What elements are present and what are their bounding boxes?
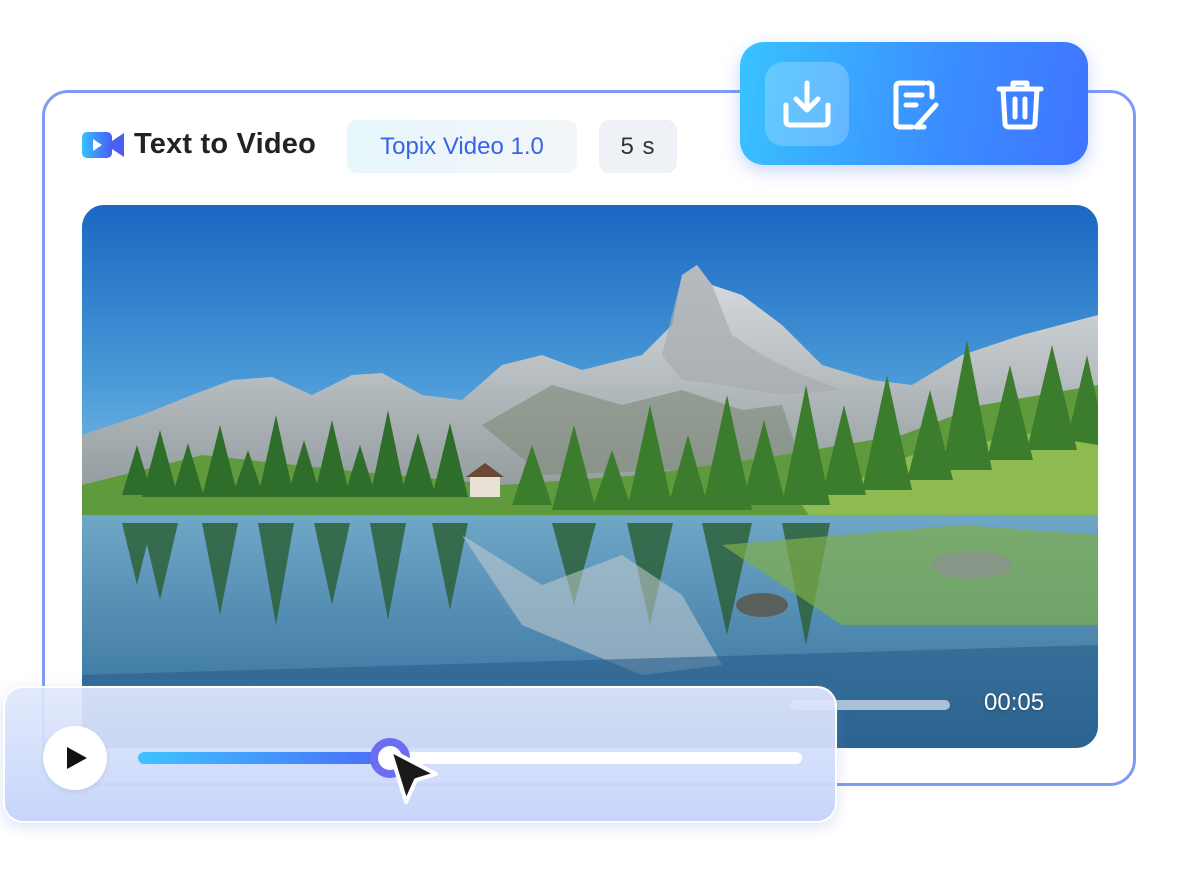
duration-chip[interactable]: 5 s — [599, 120, 677, 173]
edit-button[interactable] — [873, 62, 957, 146]
video-camera-icon — [82, 131, 124, 158]
download-button[interactable] — [765, 62, 849, 146]
video-preview[interactable] — [82, 205, 1098, 748]
card-header: Text to Video — [82, 128, 316, 161]
action-toolbar — [740, 42, 1088, 165]
mouse-cursor-icon — [388, 748, 438, 804]
video-time: 00:05 — [984, 689, 1045, 716]
progress-fill — [138, 752, 391, 764]
trash-icon — [996, 80, 1044, 130]
download-icon — [783, 80, 831, 128]
landscape-image — [82, 205, 1098, 748]
play-icon — [67, 747, 87, 769]
edit-note-icon — [893, 80, 939, 130]
progress-track[interactable] — [138, 738, 802, 778]
play-button[interactable] — [43, 726, 107, 790]
page-title: Text to Video — [134, 128, 316, 160]
model-chip[interactable]: Topix Video 1.0 — [347, 120, 577, 173]
delete-button[interactable] — [978, 62, 1062, 146]
